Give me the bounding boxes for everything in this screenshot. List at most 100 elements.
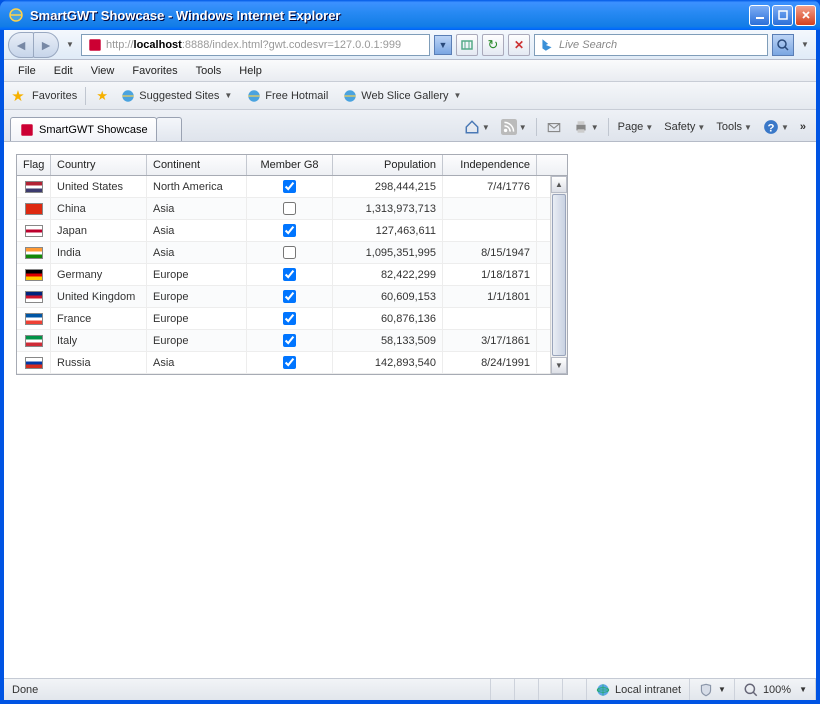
table-row[interactable]: JapanAsia127,463,611: [17, 220, 567, 242]
cell-population: 298,444,215: [333, 176, 443, 197]
g8-checkbox[interactable]: [283, 224, 296, 237]
address-dropdown[interactable]: ▼: [434, 35, 452, 55]
table-row[interactable]: FranceEurope60,876,136: [17, 308, 567, 330]
cell-population: 60,609,153: [333, 286, 443, 307]
read-mail-button[interactable]: [542, 117, 566, 137]
g8-checkbox[interactable]: [283, 246, 296, 259]
g8-checkbox[interactable]: [283, 268, 296, 281]
ie-icon: [342, 88, 358, 104]
cell-g8: [247, 220, 333, 241]
menu-favorites[interactable]: Favorites: [124, 63, 185, 79]
safety-menu[interactable]: Safety▼: [660, 119, 709, 135]
col-independence[interactable]: Independence: [443, 155, 537, 175]
col-g8[interactable]: Member G8: [247, 155, 333, 175]
cell-flag: [17, 176, 51, 197]
grid-header: Flag Country Continent Member G8 Populat…: [17, 155, 567, 176]
cell-continent: Europe: [147, 286, 247, 307]
countries-grid: Flag Country Continent Member G8 Populat…: [16, 154, 568, 375]
menu-help[interactable]: Help: [231, 63, 270, 79]
address-bar[interactable]: http://localhost:8888/index.html?gwt.cod…: [81, 34, 430, 56]
search-box[interactable]: Live Search: [534, 34, 768, 56]
web-slice-link[interactable]: Web Slice Gallery ▼: [338, 86, 465, 106]
cell-flag: [17, 308, 51, 329]
compat-view-button[interactable]: [456, 34, 478, 56]
search-button[interactable]: [772, 34, 794, 56]
cell-country: United Kingdom: [51, 286, 147, 307]
g8-checkbox[interactable]: [283, 334, 296, 347]
cell-independence: 3/17/1861: [443, 330, 537, 351]
home-button[interactable]: ▼: [460, 117, 494, 137]
g8-checkbox[interactable]: [283, 356, 296, 369]
g8-checkbox[interactable]: [283, 312, 296, 325]
g8-checkbox[interactable]: [283, 180, 296, 193]
overflow-button[interactable]: »: [796, 121, 810, 133]
cell-country: Italy: [51, 330, 147, 351]
command-bar: SmartGWT Showcase ▼ ▼ ▼ Page▼ Safety▼ To…: [4, 110, 816, 142]
tab-active[interactable]: SmartGWT Showcase: [10, 117, 157, 141]
cell-population: 60,876,136: [333, 308, 443, 329]
col-population[interactable]: Population: [333, 155, 443, 175]
table-row[interactable]: ChinaAsia1,313,973,713: [17, 198, 567, 220]
cell-independence: [443, 308, 537, 329]
cell-continent: Asia: [147, 242, 247, 263]
table-row[interactable]: ItalyEurope58,133,5093/17/1861: [17, 330, 567, 352]
grid-scrollbar[interactable]: ▲ ▼: [550, 176, 567, 374]
security-zone[interactable]: Local intranet: [587, 679, 690, 700]
shield-icon: [698, 682, 714, 698]
scroll-down-button[interactable]: ▼: [551, 357, 567, 374]
stop-button[interactable]: ✕: [508, 34, 530, 56]
search-dropdown[interactable]: ▼: [798, 40, 812, 49]
tab-label: SmartGWT Showcase: [39, 124, 148, 136]
ie-logo-icon: [8, 7, 24, 23]
new-tab-button[interactable]: [156, 117, 182, 141]
tools-menu[interactable]: Tools▼: [712, 119, 756, 135]
table-row[interactable]: IndiaAsia1,095,351,9958/15/1947: [17, 242, 567, 264]
table-row[interactable]: GermanyEurope82,422,2991/18/1871: [17, 264, 567, 286]
g8-checkbox[interactable]: [283, 202, 296, 215]
page-content: Flag Country Continent Member G8 Populat…: [4, 142, 816, 678]
rss-icon: [501, 119, 517, 135]
page-menu[interactable]: Page▼: [614, 119, 658, 135]
menu-edit[interactable]: Edit: [46, 63, 81, 79]
back-button[interactable]: ◄: [8, 32, 34, 58]
cell-country: China: [51, 198, 147, 219]
refresh-button[interactable]: ↻: [482, 34, 504, 56]
cell-population: 82,422,299: [333, 264, 443, 285]
table-row[interactable]: United KingdomEurope60,609,1531/1/1801: [17, 286, 567, 308]
scroll-thumb[interactable]: [552, 194, 566, 356]
cell-population: 1,095,351,995: [333, 242, 443, 263]
nav-history-dropdown[interactable]: ▼: [63, 40, 77, 49]
close-button[interactable]: [795, 5, 816, 26]
menu-view[interactable]: View: [83, 63, 123, 79]
table-row[interactable]: RussiaAsia142,893,5408/24/1991: [17, 352, 567, 374]
site-icon: [87, 37, 103, 53]
add-favorite-icon[interactable]: ★: [94, 88, 110, 104]
flag-icon: [25, 225, 43, 237]
help-button[interactable]: ?▼: [759, 117, 793, 137]
chevron-down-icon: ▼: [224, 91, 232, 100]
col-continent[interactable]: Continent: [147, 155, 247, 175]
col-country[interactable]: Country: [51, 155, 147, 175]
url-path: :8888/index.html?gwt.codesvr=127.0.0.1:9…: [182, 39, 401, 51]
menu-tools[interactable]: Tools: [188, 63, 230, 79]
protected-mode[interactable]: ▼: [690, 679, 735, 700]
col-flag[interactable]: Flag: [17, 155, 51, 175]
cell-g8: [247, 242, 333, 263]
scroll-up-button[interactable]: ▲: [551, 176, 567, 193]
table-row[interactable]: United StatesNorth America298,444,2157/4…: [17, 176, 567, 198]
suggested-sites-link[interactable]: Suggested Sites ▼: [116, 86, 236, 106]
free-hotmail-link[interactable]: Free Hotmail: [242, 86, 332, 106]
favorites-star-icon[interactable]: ★: [10, 88, 26, 104]
forward-button[interactable]: ►: [33, 32, 59, 58]
feeds-button[interactable]: ▼: [497, 117, 531, 137]
favorites-label[interactable]: Favorites: [32, 90, 77, 102]
minimize-button[interactable]: [749, 5, 770, 26]
g8-checkbox[interactable]: [283, 290, 296, 303]
status-pane: [539, 679, 563, 700]
menu-file[interactable]: File: [10, 63, 44, 79]
print-button[interactable]: ▼: [569, 117, 603, 137]
maximize-button[interactable]: [772, 5, 793, 26]
cell-flag: [17, 286, 51, 307]
cell-population: 58,133,509: [333, 330, 443, 351]
zoom-control[interactable]: 100% ▼: [735, 679, 816, 700]
